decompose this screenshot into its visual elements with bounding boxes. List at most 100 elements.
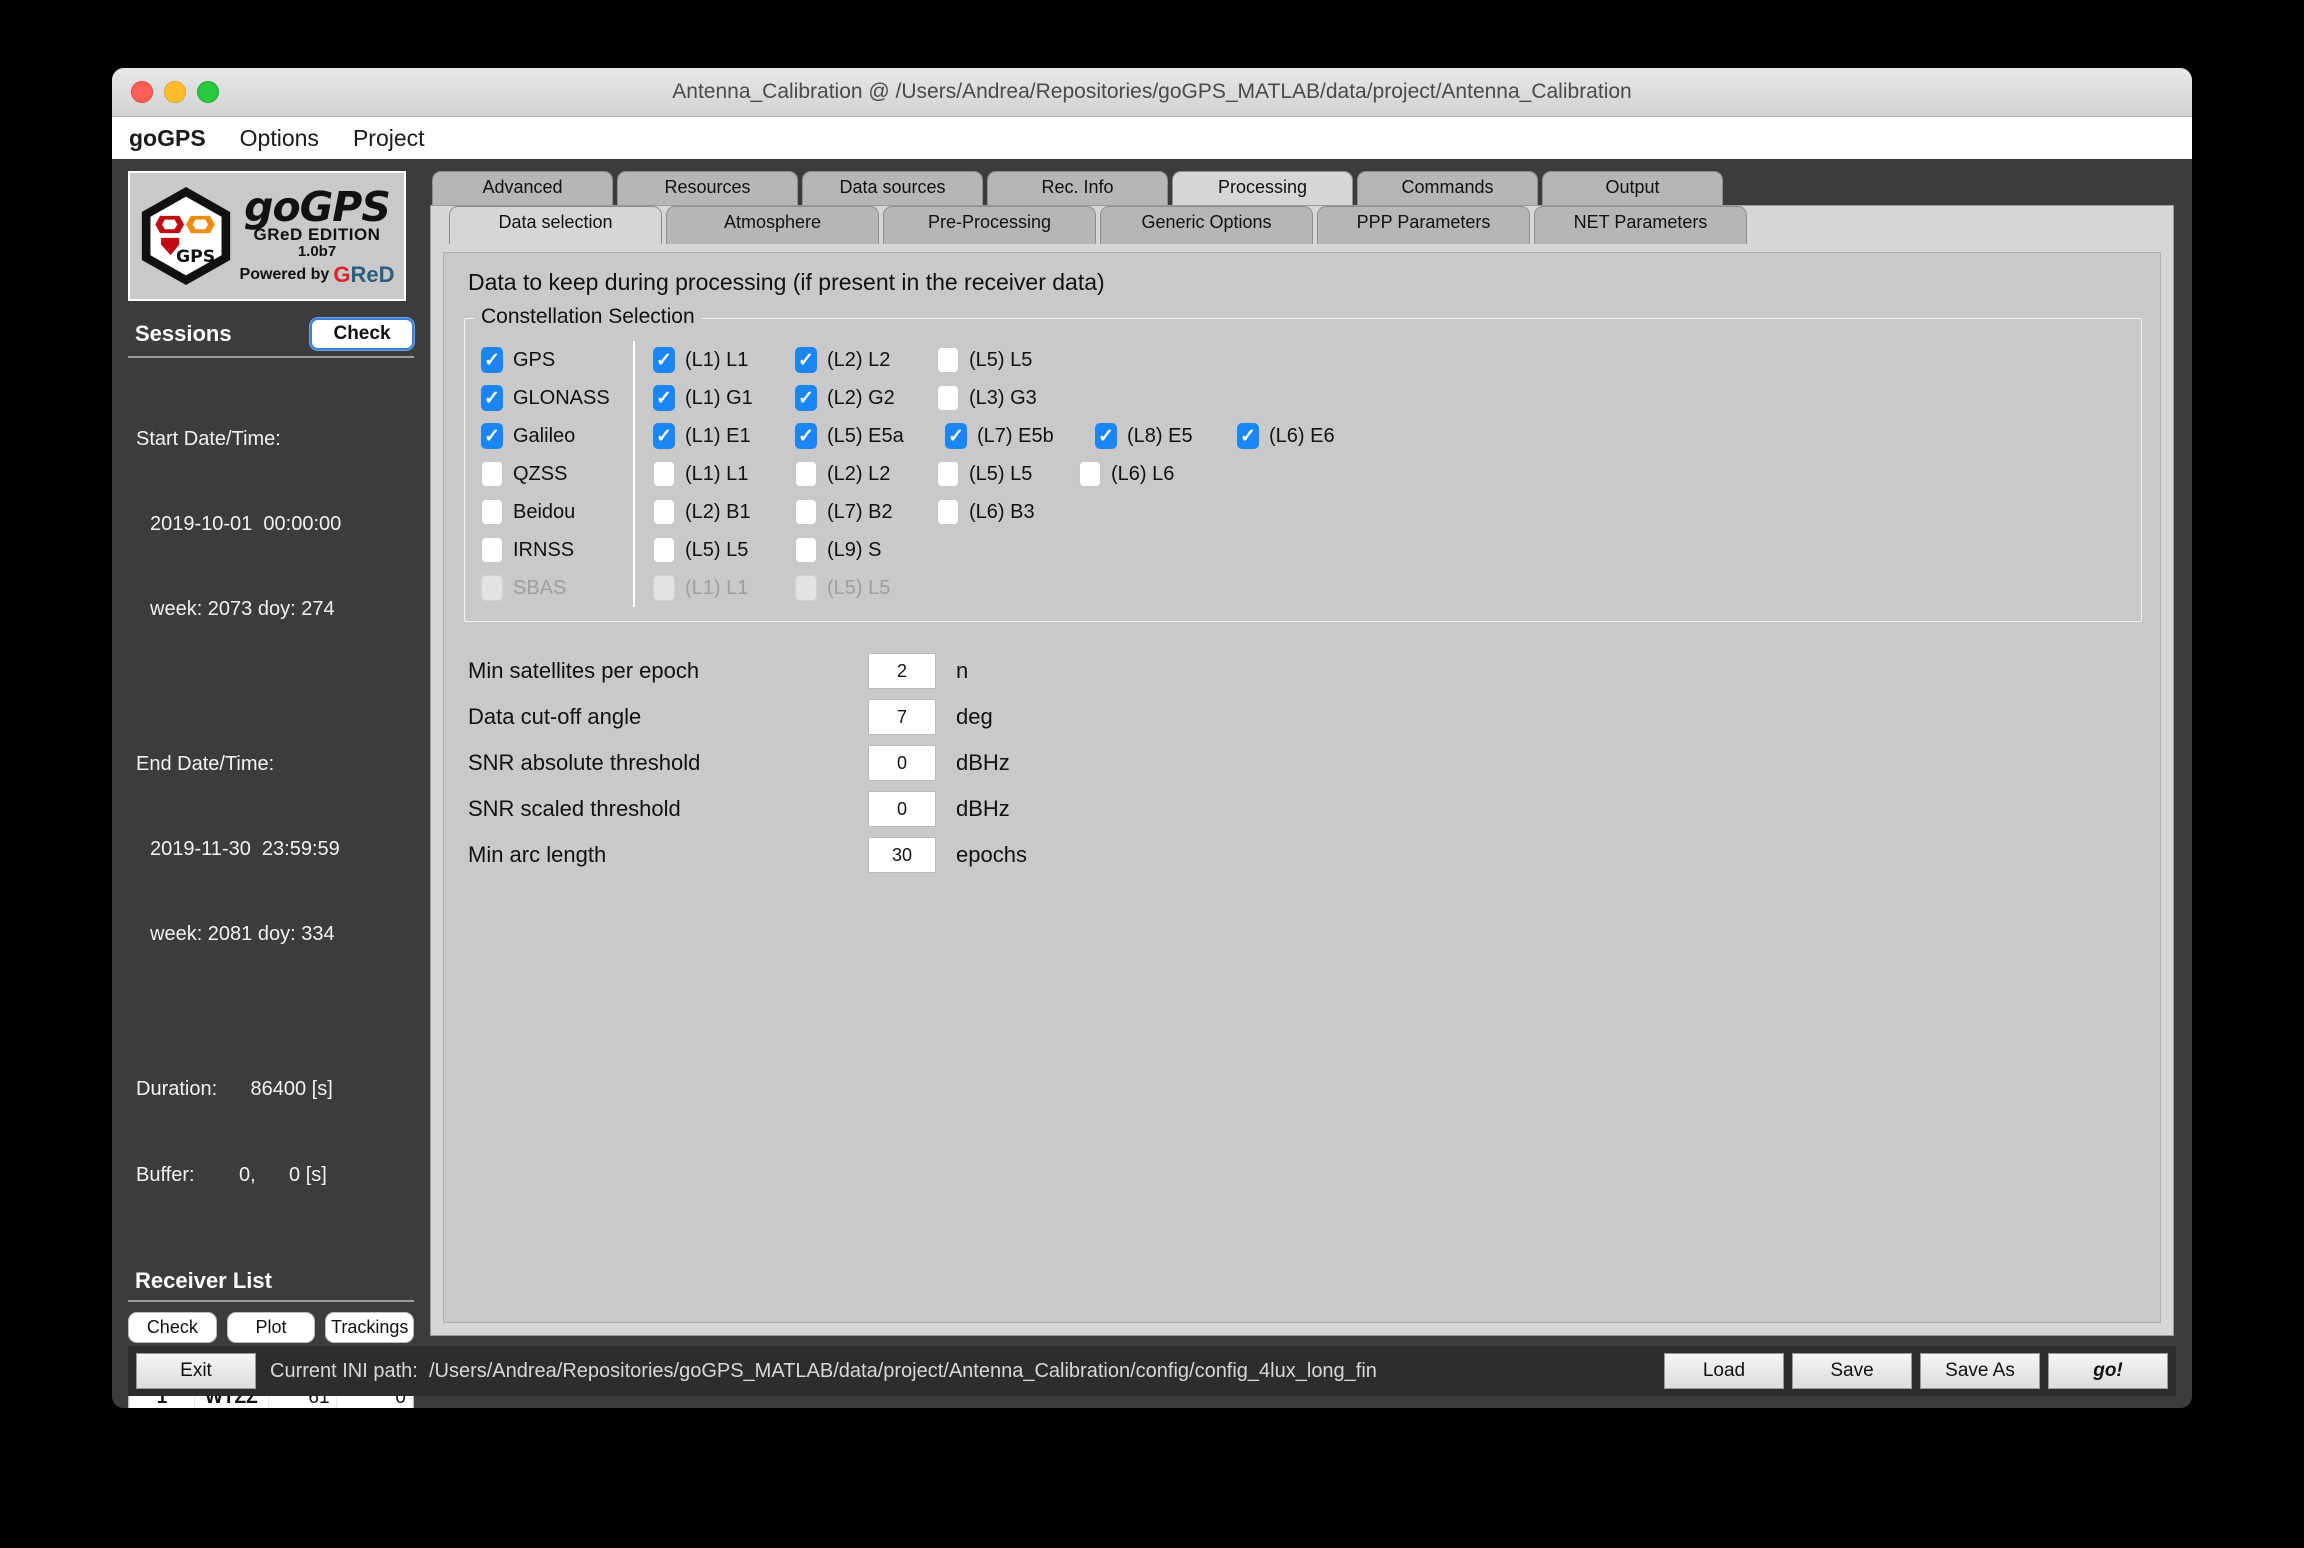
subtab-pre-processing[interactable]: Pre-Processing bbox=[883, 206, 1096, 244]
receiver-plot-button[interactable]: Plot bbox=[226, 1311, 316, 1343]
menu-gogps[interactable]: goGPS bbox=[129, 125, 206, 152]
checkbox-checked[interactable]: ✓ bbox=[795, 347, 817, 373]
band-checkbox-item[interactable]: (L1) L1 bbox=[653, 461, 795, 487]
checkbox-unchecked[interactable] bbox=[795, 537, 817, 563]
tab-commands[interactable]: Commands bbox=[1357, 171, 1538, 205]
tab-processing[interactable]: Processing bbox=[1172, 171, 1353, 205]
parameter-input[interactable]: 30 bbox=[868, 837, 936, 873]
checkbox-checked[interactable]: ✓ bbox=[481, 347, 503, 373]
minimize-icon[interactable] bbox=[164, 81, 186, 103]
save-as-button[interactable]: Save As bbox=[1920, 1353, 2040, 1389]
checkbox-unchecked bbox=[653, 575, 675, 601]
checkbox-unchecked[interactable] bbox=[937, 499, 959, 525]
band-checkbox-item[interactable]: ✓ (L8) E5 bbox=[1095, 423, 1237, 449]
constellation-row-beidou[interactable]: Beidou bbox=[481, 493, 629, 531]
checkbox-checked[interactable]: ✓ bbox=[1095, 423, 1117, 449]
constellation-label: GPS bbox=[513, 348, 556, 371]
constellation-row-galileo[interactable]: ✓ Galileo bbox=[481, 417, 629, 455]
checkbox-checked[interactable]: ✓ bbox=[653, 423, 675, 449]
band-checkbox-item[interactable]: (L6) B3 bbox=[937, 499, 1079, 525]
parameter-row: Min satellites per epoch 2 n bbox=[468, 648, 2160, 694]
checkbox-checked[interactable]: ✓ bbox=[653, 347, 675, 373]
band-checkbox-item[interactable]: ✓ (L2) L2 bbox=[795, 347, 937, 373]
checkbox-unchecked[interactable] bbox=[653, 499, 675, 525]
constellation-row-gps[interactable]: ✓ GPS bbox=[481, 341, 629, 379]
checkbox-unchecked[interactable] bbox=[653, 537, 675, 563]
band-checkbox-item[interactable]: ✓ (L1) E1 bbox=[653, 423, 795, 449]
band-checkbox-item[interactable]: ✓ (L7) E5b bbox=[945, 423, 1095, 449]
receiver-trackings-button[interactable]: Trackings bbox=[325, 1311, 415, 1343]
band-label: (L2) G2 bbox=[827, 386, 895, 409]
parameter-label: Min satellites per epoch bbox=[468, 658, 700, 683]
band-label: (L6) B3 bbox=[969, 500, 1035, 523]
tab-data-sources[interactable]: Data sources bbox=[802, 171, 983, 205]
band-checkbox-item[interactable]: ✓ (L6) E6 bbox=[1237, 423, 1379, 449]
band-checkbox-item[interactable]: (L6) L6 bbox=[1079, 461, 1221, 487]
tab-rec-info[interactable]: Rec. Info bbox=[987, 171, 1168, 205]
constellation-row-sbas[interactable]: SBAS bbox=[481, 569, 629, 607]
checkbox-unchecked[interactable] bbox=[653, 461, 675, 487]
checkbox-unchecked[interactable] bbox=[937, 347, 959, 373]
constellation-row-irnss[interactable]: IRNSS bbox=[481, 531, 629, 569]
band-checkbox-item[interactable]: (L5) L5 bbox=[653, 537, 795, 563]
constellation-row-glonass[interactable]: ✓ GLONASS bbox=[481, 379, 629, 417]
band-label: (L5) L5 bbox=[685, 538, 749, 561]
subtab-net-parameters[interactable]: NET Parameters bbox=[1534, 206, 1747, 244]
checkbox-unchecked[interactable] bbox=[481, 461, 503, 487]
checkbox-checked[interactable]: ✓ bbox=[653, 385, 675, 411]
logo-edition: GReD EDITION bbox=[253, 224, 381, 244]
tab-advanced[interactable]: Advanced bbox=[432, 171, 613, 205]
parameter-input[interactable]: 2 bbox=[868, 653, 936, 689]
checkbox-unchecked[interactable] bbox=[481, 499, 503, 525]
checkbox-checked[interactable]: ✓ bbox=[795, 423, 817, 449]
parameter-input[interactable]: 7 bbox=[868, 699, 936, 735]
band-checkbox-item[interactable]: ✓ (L1) G1 bbox=[653, 385, 795, 411]
close-icon[interactable] bbox=[131, 81, 153, 103]
subtab-generic-options[interactable]: Generic Options bbox=[1100, 206, 1313, 244]
band-checkbox-item[interactable]: ✓ (L1) L1 bbox=[653, 347, 795, 373]
tab-output[interactable]: Output bbox=[1542, 171, 1723, 205]
band-checkbox-item[interactable]: (L2) L2 bbox=[795, 461, 937, 487]
checkbox-checked[interactable]: ✓ bbox=[945, 423, 967, 449]
band-checkbox-item[interactable]: (L5) L5 bbox=[795, 575, 937, 601]
bottom-buttons: Load Save Save As go! bbox=[1664, 1353, 2168, 1389]
subtab-data-selection[interactable]: Data selection bbox=[449, 206, 662, 244]
band-checkbox-item[interactable]: (L5) L5 bbox=[937, 347, 1079, 373]
band-checkbox-item[interactable]: (L9) S bbox=[795, 537, 937, 563]
menu-project[interactable]: Project bbox=[353, 125, 425, 152]
save-button[interactable]: Save bbox=[1792, 1353, 1912, 1389]
menu-options[interactable]: Options bbox=[240, 125, 319, 152]
check-icon: ✓ bbox=[798, 387, 814, 409]
check-icon: ✓ bbox=[948, 425, 964, 447]
checkbox-checked[interactable]: ✓ bbox=[481, 385, 503, 411]
maximize-icon[interactable] bbox=[197, 81, 219, 103]
sessions-check-button[interactable]: Check bbox=[310, 318, 414, 350]
checkbox-unchecked[interactable] bbox=[1079, 461, 1101, 487]
checkbox-unchecked[interactable] bbox=[481, 537, 503, 563]
checkbox-unchecked[interactable] bbox=[937, 385, 959, 411]
band-checkbox-item[interactable]: (L7) B2 bbox=[795, 499, 937, 525]
exit-button[interactable]: Exit bbox=[136, 1353, 256, 1389]
checkbox-checked[interactable]: ✓ bbox=[481, 423, 503, 449]
subtab-atmosphere[interactable]: Atmosphere bbox=[666, 206, 879, 244]
checkbox-unchecked[interactable] bbox=[937, 461, 959, 487]
checkbox-checked[interactable]: ✓ bbox=[1237, 423, 1259, 449]
band-checkbox-item[interactable]: (L3) G3 bbox=[937, 385, 1079, 411]
parameter-input[interactable]: 0 bbox=[868, 791, 936, 827]
subtab-ppp-parameters[interactable]: PPP Parameters bbox=[1317, 206, 1530, 244]
constellation-row-qzss[interactable]: QZSS bbox=[481, 455, 629, 493]
band-checkbox-item[interactable]: (L5) L5 bbox=[937, 461, 1079, 487]
checkbox-unchecked[interactable] bbox=[795, 499, 817, 525]
load-button[interactable]: Load bbox=[1664, 1353, 1784, 1389]
checkbox-unchecked[interactable] bbox=[795, 461, 817, 487]
band-checkbox-item[interactable]: ✓ (L5) E5a bbox=[795, 423, 945, 449]
parameter-row: Min arc length 30 epochs bbox=[468, 832, 2160, 878]
band-checkbox-item[interactable]: (L2) B1 bbox=[653, 499, 795, 525]
go-button[interactable]: go! bbox=[2048, 1353, 2168, 1389]
checkbox-checked[interactable]: ✓ bbox=[795, 385, 817, 411]
tab-resources[interactable]: Resources bbox=[617, 171, 798, 205]
parameter-input[interactable]: 0 bbox=[868, 745, 936, 781]
receiver-check-button[interactable]: Check bbox=[128, 1311, 217, 1343]
band-checkbox-item[interactable]: ✓ (L2) G2 bbox=[795, 385, 937, 411]
band-checkbox-item[interactable]: (L1) L1 bbox=[653, 575, 795, 601]
